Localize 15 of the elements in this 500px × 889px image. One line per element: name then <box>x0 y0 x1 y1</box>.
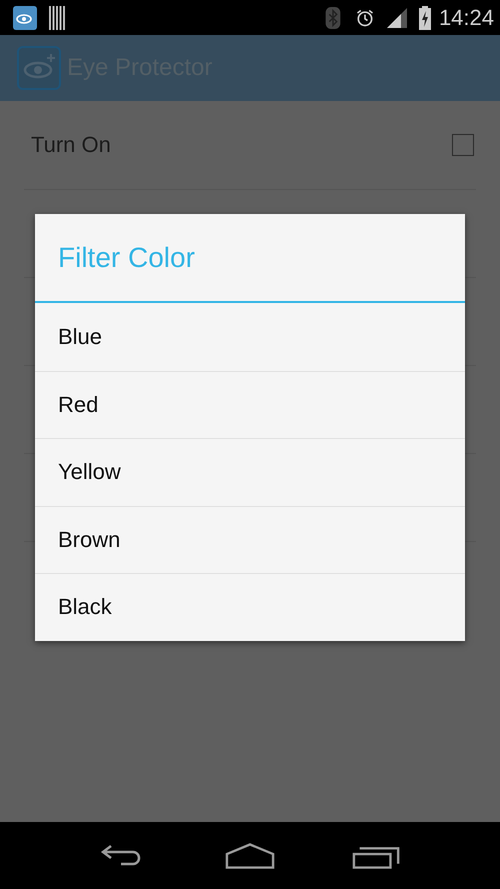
option-item[interactable]: Black <box>35 573 465 640</box>
battery-charging-icon <box>418 6 431 30</box>
option-item[interactable]: Yellow <box>35 438 465 506</box>
eye-icon <box>17 46 61 90</box>
barcode-icon <box>49 6 65 30</box>
home-icon[interactable] <box>224 842 275 870</box>
option-item[interactable]: Blue <box>35 303 465 370</box>
clock-time: 14:24 <box>438 4 494 30</box>
checkbox[interactable] <box>452 134 474 156</box>
signal-icon <box>386 6 407 28</box>
dialog-title: Filter Color <box>35 214 465 303</box>
option-item[interactable]: Brown <box>35 506 465 573</box>
bluetooth-icon <box>322 6 343 28</box>
eye-icon <box>13 6 37 30</box>
option-item[interactable]: Red <box>35 370 465 438</box>
